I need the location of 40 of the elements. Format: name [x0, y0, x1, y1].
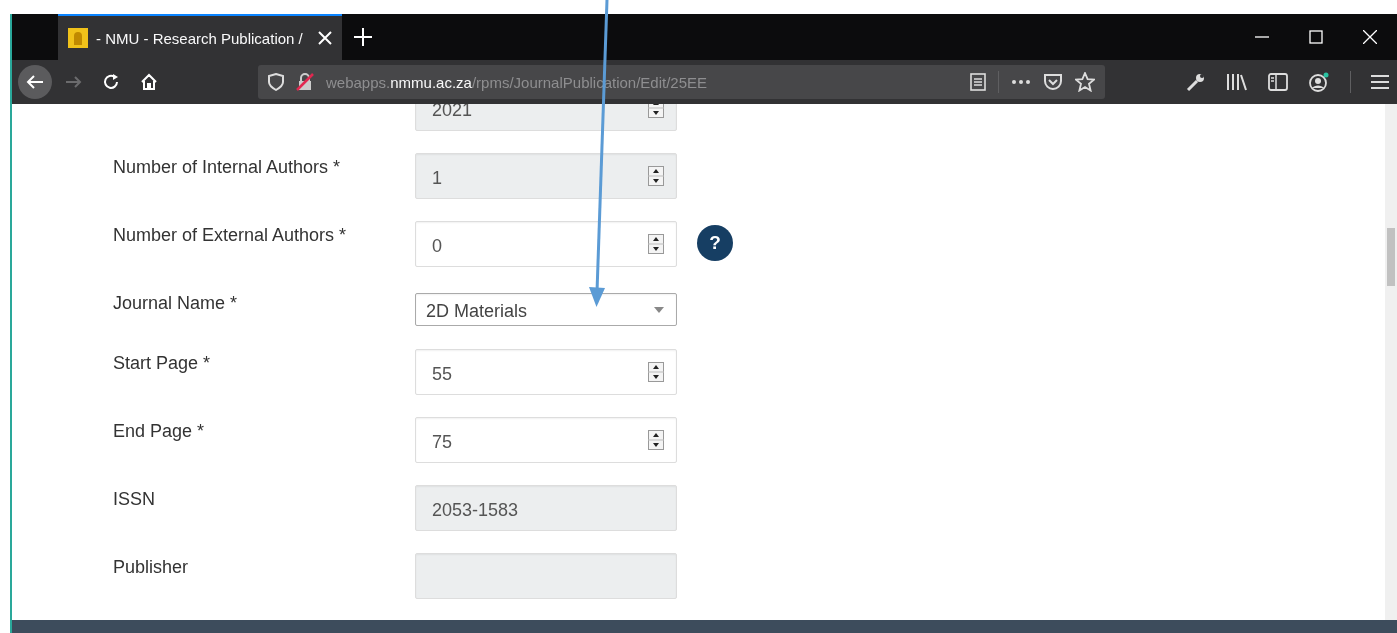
reload-icon[interactable] — [102, 73, 120, 91]
field-label: Number of Internal Authors * — [113, 157, 341, 177]
tab-title: - NMU - Research Publication / — [96, 29, 304, 47]
back-button[interactable] — [18, 65, 52, 99]
account-icon[interactable] — [1308, 72, 1330, 92]
caret-icon[interactable] — [654, 306, 664, 313]
spinner-icon[interactable] — [648, 362, 664, 382]
number-field[interactable]: 75 — [415, 417, 677, 463]
reader-view-icon[interactable] — [970, 73, 986, 91]
number-field[interactable]: 55 — [415, 349, 677, 395]
field-label: ISSN — [113, 489, 155, 509]
forward-icon[interactable] — [66, 75, 82, 89]
scrollbar[interactable] — [1385, 104, 1397, 620]
browser-tab[interactable]: - NMU - Research Publication / — [58, 14, 342, 60]
more-icon[interactable] — [1011, 79, 1031, 85]
field-label: Number of External Authors * — [113, 225, 347, 245]
star-icon[interactable] — [1075, 72, 1095, 92]
field-label: End Page * — [113, 421, 205, 441]
close-icon[interactable] — [1363, 30, 1377, 44]
back-arrow-icon — [26, 74, 44, 90]
close-icon[interactable] — [318, 31, 332, 45]
wrench-icon[interactable] — [1186, 72, 1206, 92]
menu-icon[interactable] — [1371, 74, 1389, 90]
spinner-icon[interactable] — [648, 430, 664, 450]
spinner-icon[interactable] — [648, 234, 664, 254]
field-label: Journal Name * — [113, 293, 238, 313]
maximize-icon[interactable] — [1309, 30, 1323, 44]
sidebar-icon[interactable] — [1268, 73, 1288, 91]
dropdown[interactable]: 2D Materials — [415, 293, 677, 326]
favicon-icon — [68, 28, 88, 48]
field-label: Publisher — [113, 557, 189, 577]
insecure-lock-icon[interactable] — [296, 73, 314, 91]
shield-icon[interactable] — [268, 73, 284, 91]
library-icon[interactable] — [1226, 73, 1248, 91]
help-button[interactable]: ? — [697, 225, 733, 261]
pocket-icon[interactable] — [1043, 73, 1063, 91]
field-label: Start Page * — [113, 353, 211, 373]
number-field[interactable]: 0 — [415, 221, 677, 267]
home-icon[interactable] — [140, 73, 158, 91]
plus-icon[interactable] — [354, 28, 372, 46]
